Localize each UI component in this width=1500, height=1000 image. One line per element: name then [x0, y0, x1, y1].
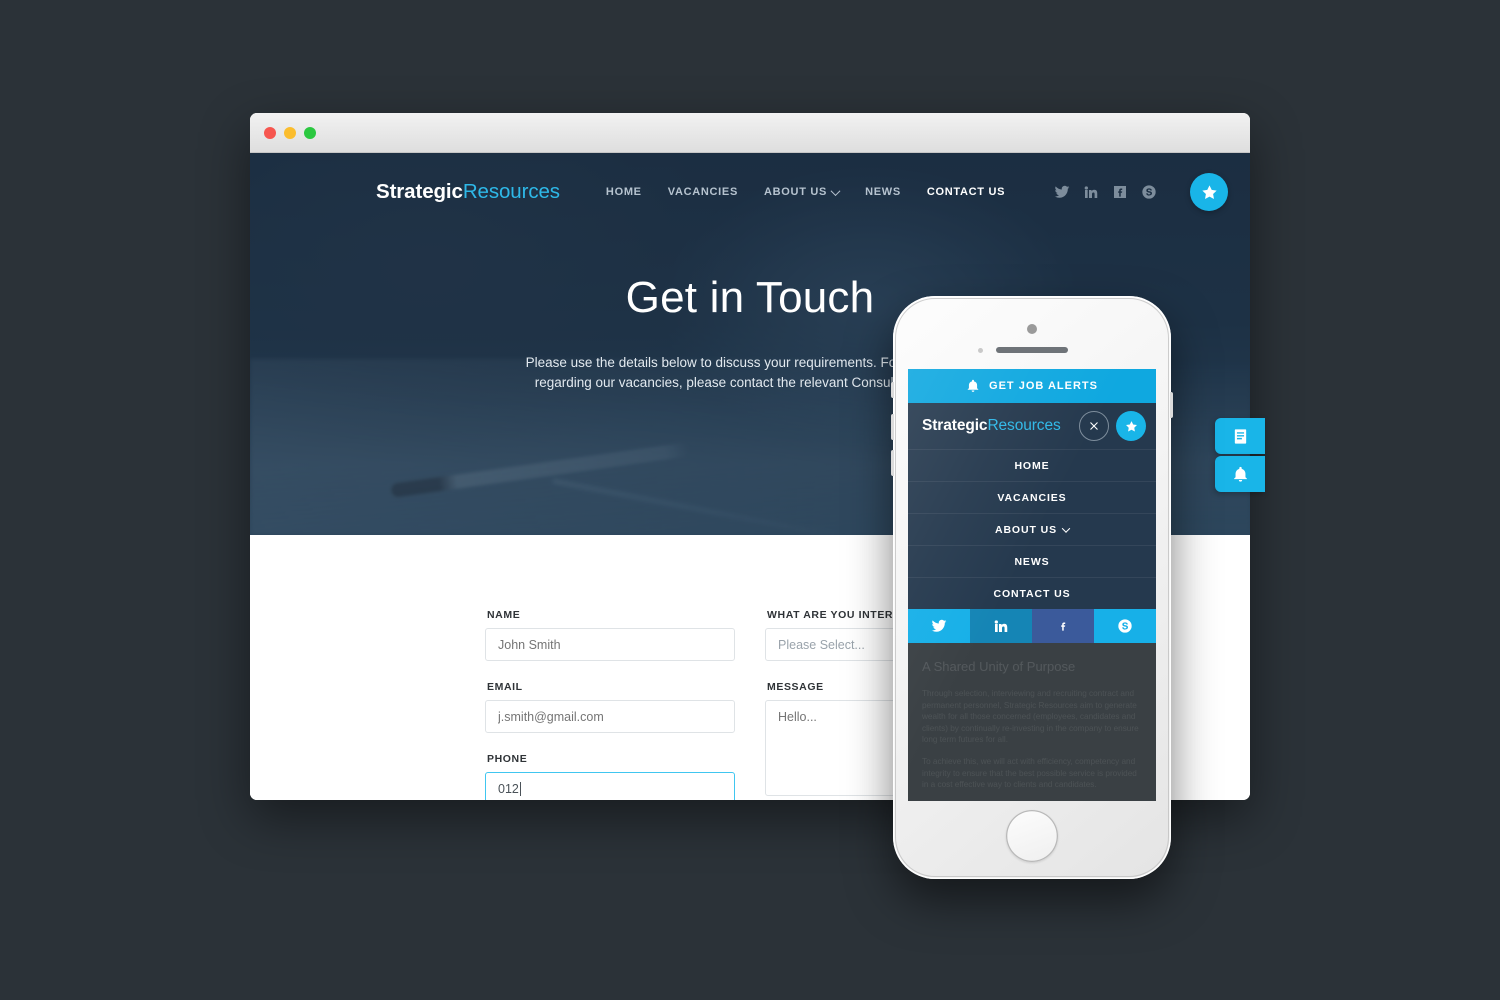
mobile-nav-item-news-label: NEWS: [1014, 555, 1050, 568]
phone-mute-switch: [891, 382, 894, 398]
site-logo[interactable]: StrategicResources: [376, 180, 560, 204]
mobile-nav-item-contact-us-label: CONTACT US: [993, 587, 1071, 600]
nav-item-home[interactable]: HOME: [606, 186, 642, 198]
mobile-star-button[interactable]: [1116, 411, 1146, 441]
mobile-social-linkedin[interactable]: [970, 609, 1032, 643]
skype-icon: [1118, 619, 1132, 633]
mobile-social-twitter[interactable]: [908, 609, 970, 643]
field-email: EMAIL: [485, 681, 735, 733]
mobile-content-paragraph-1: Through selection, interviewing and recr…: [922, 689, 1139, 745]
field-phone: PHONE 012: [485, 753, 735, 800]
form-column-left: NAME EMAIL PHONE 012: [485, 609, 735, 800]
phone-volume-up-button: [891, 414, 894, 440]
twitter-icon: [931, 619, 947, 632]
phone-input-value-row: 012: [498, 773, 722, 800]
phone-volume-down-button: [891, 450, 894, 476]
floating-side-tabs: [1215, 418, 1265, 494]
chevron-down-icon: [1061, 523, 1071, 533]
nav-item-vacancies[interactable]: VACANCIES: [668, 186, 738, 198]
window-minimize-button[interactable]: [284, 126, 296, 139]
mobile-nav-item-vacancies-label: VACANCIES: [997, 491, 1067, 504]
nav-item-contact-us[interactable]: CONTACT US: [927, 186, 1005, 198]
phone-power-button: [1170, 392, 1173, 418]
nav-item-about-us[interactable]: ABOUT US: [764, 185, 841, 198]
mobile-social-bar: [908, 609, 1156, 643]
star-icon: [1125, 420, 1137, 431]
primary-nav-links: HOME VACANCIES ABOUT US NEWS CONTACT US: [606, 185, 1005, 198]
mobile-nav-item-home[interactable]: HOME: [908, 449, 1156, 481]
screenshot-stage: StrategicResources HOME VACANCIES ABOUT …: [0, 0, 1500, 1000]
mobile-nav-item-home-label: HOME: [1014, 459, 1050, 472]
mobile-nav-item-about-us[interactable]: ABOUT US: [908, 513, 1156, 545]
get-job-alerts-bar[interactable]: GET JOB ALERTS: [908, 369, 1156, 403]
phone-screen: GET JOB ALERTS StrategicResources HOME V…: [908, 369, 1156, 801]
window-zoom-button[interactable]: [304, 126, 316, 139]
mobile-site-logo[interactable]: StrategicResources: [922, 417, 1061, 435]
nav-item-home-label: HOME: [605, 186, 642, 198]
bell-icon: [967, 379, 979, 392]
mobile-header-actions: [1079, 411, 1146, 441]
mobile-logo-part-one: Strategic: [922, 417, 988, 434]
side-tab-alerts[interactable]: [1215, 456, 1265, 492]
mobile-content-heading: A Shared Unity of Purpose: [922, 659, 1076, 674]
mobile-social-skype[interactable]: [1094, 609, 1156, 643]
mobile-nav-item-news[interactable]: NEWS: [908, 545, 1156, 577]
header-social-links: [1054, 173, 1228, 211]
mobile-menu: HOME VACANCIES ABOUT US NEWS CONTACT US: [908, 449, 1156, 609]
name-label: NAME: [487, 609, 521, 621]
mobile-nav-item-contact-us[interactable]: CONTACT US: [908, 577, 1156, 609]
mobile-header: StrategicResources: [908, 403, 1156, 449]
window-close-button[interactable]: [264, 126, 276, 139]
mobile-social-facebook[interactable]: [1032, 609, 1094, 643]
nav-item-about-us-label: ABOUT US: [764, 186, 828, 198]
email-input[interactable]: [485, 700, 735, 733]
close-icon: [1090, 422, 1098, 430]
mobile-page-content: A Shared Unity of Purpose Through select…: [908, 643, 1156, 801]
field-name: NAME: [485, 609, 735, 661]
mobile-menu-close-button[interactable]: [1079, 411, 1109, 441]
star-button[interactable]: [1190, 173, 1228, 211]
browser-titlebar: [250, 113, 1250, 153]
twitter-icon[interactable]: [1054, 184, 1070, 200]
phone-input[interactable]: 012: [485, 772, 735, 800]
phone-label: PHONE: [487, 753, 528, 765]
logo-part-one: Strategic: [376, 180, 463, 203]
bell-icon: [1233, 466, 1247, 482]
facebook-icon: [1061, 622, 1066, 631]
linkedin-icon[interactable]: [1083, 184, 1099, 200]
logo-part-two: Resources: [462, 180, 560, 203]
phone-home-button[interactable]: [1006, 810, 1058, 862]
facebook-icon[interactable]: [1112, 184, 1128, 200]
nav-item-news[interactable]: NEWS: [865, 186, 901, 198]
name-input[interactable]: [485, 628, 735, 661]
phone-earpiece-speaker: [996, 347, 1068, 353]
star-icon: [1201, 184, 1217, 199]
document-list-icon: [1234, 428, 1246, 444]
mobile-nav-item-about-us-label: ABOUT US: [994, 523, 1058, 536]
nav-item-vacancies-label: VACANCIES: [667, 186, 739, 198]
side-tab-document[interactable]: [1215, 418, 1265, 454]
mobile-logo-part-two: Resources: [987, 417, 1061, 434]
chevron-down-icon: [830, 185, 841, 196]
nav-item-news-label: NEWS: [865, 186, 901, 198]
text-cursor: [519, 781, 521, 796]
nav-item-contact-us-label: CONTACT US: [926, 186, 1006, 198]
linkedin-icon: [994, 620, 1008, 632]
site-header-nav: StrategicResources HOME VACANCIES ABOUT …: [250, 153, 1250, 231]
mobile-nav-item-vacancies[interactable]: VACANCIES: [908, 481, 1156, 513]
skype-icon[interactable]: [1141, 184, 1157, 200]
phone-front-camera: [1027, 324, 1037, 334]
mobile-content-paragraph-2: To achieve this, we will act with effici…: [922, 756, 1137, 790]
phone-input-value: 012: [498, 781, 519, 796]
email-label: EMAIL: [487, 681, 523, 693]
phone-proximity-sensor: [978, 348, 983, 353]
get-job-alerts-label: GET JOB ALERTS: [989, 380, 1098, 392]
phone-mockup: GET JOB ALERTS StrategicResources HOME V…: [891, 296, 1173, 879]
